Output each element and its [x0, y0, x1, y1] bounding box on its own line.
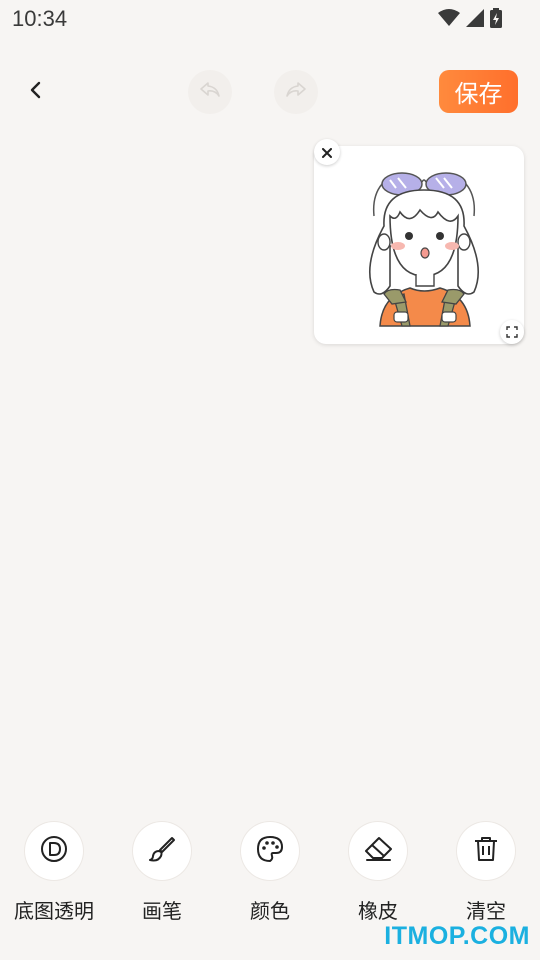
- expand-icon: [506, 323, 518, 342]
- trash-icon: [473, 835, 499, 867]
- status-icons: [438, 8, 502, 28]
- reference-image: [354, 166, 494, 340]
- redo-icon: [285, 81, 307, 103]
- redo-button[interactable]: [274, 70, 318, 114]
- back-button[interactable]: [18, 74, 54, 110]
- transparent-base-icon: [40, 835, 68, 867]
- tool-button[interactable]: [349, 822, 407, 880]
- tool-button[interactable]: [241, 822, 299, 880]
- eraser-icon: [363, 836, 393, 866]
- tool-clear[interactable]: 清空: [432, 822, 540, 924]
- chevron-left-icon: [29, 81, 43, 103]
- signal-icon: [466, 9, 484, 27]
- tool-color[interactable]: 颜色: [216, 822, 324, 924]
- status-bar: 10:34: [0, 0, 540, 38]
- tool-label: 画笔: [142, 899, 182, 923]
- watermark: ITMOP.COM: [384, 922, 530, 950]
- save-button[interactable]: 保存: [439, 70, 518, 113]
- tool-label: 底图透明: [14, 899, 94, 923]
- tool-label: 清空: [466, 899, 506, 923]
- expand-reference-button[interactable]: [500, 320, 524, 344]
- tool-label: 颜色: [250, 899, 290, 923]
- brush-icon: [148, 835, 176, 867]
- tool-eraser[interactable]: 橡皮: [324, 822, 432, 924]
- close-icon: [322, 143, 332, 162]
- undo-icon: [199, 81, 221, 103]
- tool-label: 橡皮: [358, 899, 398, 923]
- undo-button[interactable]: [188, 70, 232, 114]
- tool-button[interactable]: [457, 822, 515, 880]
- battery-icon: [490, 8, 502, 28]
- wifi-icon: [438, 9, 460, 27]
- tool-transparent-base[interactable]: 底图透明: [0, 822, 108, 924]
- close-reference-button[interactable]: [314, 139, 340, 165]
- status-time: 10:34: [12, 6, 68, 31]
- reference-image-card[interactable]: [314, 146, 524, 344]
- tool-button[interactable]: [133, 822, 191, 880]
- tool-button[interactable]: [25, 822, 83, 880]
- palette-icon: [256, 835, 284, 867]
- tool-brush[interactable]: 画笔: [108, 822, 216, 924]
